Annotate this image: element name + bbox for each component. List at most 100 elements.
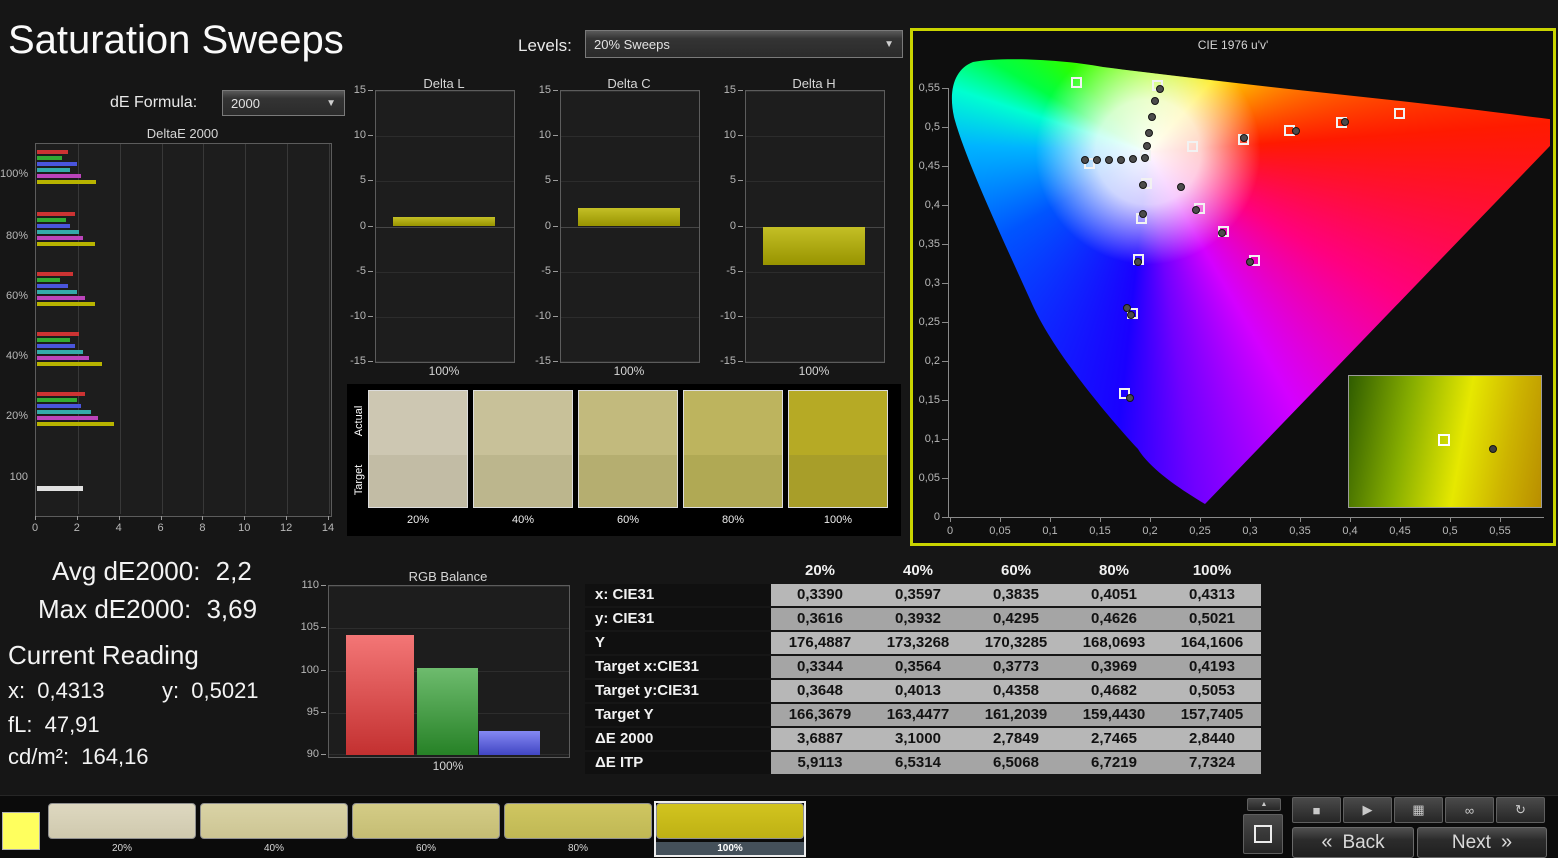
deltae-y-labels: 100% 80% 60% 40% 20% 100	[0, 143, 30, 515]
tick-label: 10	[538, 129, 551, 142]
tick-label: -10	[350, 309, 366, 322]
swatch-column	[788, 390, 888, 508]
swatch-column	[473, 390, 573, 508]
tick-mark	[950, 517, 951, 522]
tick-label: 4	[115, 522, 122, 534]
tick-label: 0,2	[1142, 525, 1158, 537]
tick-label: 8	[199, 522, 206, 534]
tick-label: 100	[300, 663, 319, 676]
tick-mark	[244, 516, 246, 520]
measurement-marker	[1117, 155, 1125, 164]
level-swatch-cell[interactable]: 40%	[200, 803, 348, 855]
tick-label: 0,55	[1489, 525, 1511, 537]
de-formula-label: dE Formula:	[110, 94, 198, 111]
swatch-target	[369, 455, 467, 507]
refresh-button[interactable]: ↻	[1496, 797, 1545, 823]
tick-label: 15	[353, 84, 366, 96]
avg-de-line: Avg dE2000: 2,2	[52, 556, 252, 587]
deltae-chart-title: DeltaE 2000	[146, 126, 219, 141]
gridline	[376, 136, 514, 138]
measurement-table: 20% 40% 60% 80% 100% x: CIE31 0,3390 0,3597 0,38…	[585, 560, 1261, 776]
tick-label: -10	[720, 309, 736, 322]
table-cell: 159,4430	[1065, 704, 1163, 726]
pattern-button[interactable]: ▦	[1394, 797, 1443, 823]
level-swatch-label: 80%	[567, 843, 588, 854]
level-swatch-cell[interactable]: 80%	[504, 803, 652, 855]
tick-mark	[368, 225, 373, 227]
level-swatch	[656, 803, 804, 839]
tick-mark	[76, 516, 78, 520]
measurement-marker	[1192, 205, 1200, 214]
tick-label: 0,2	[924, 355, 940, 367]
actual-row-label: Actual	[353, 405, 365, 437]
de-bar	[37, 392, 86, 396]
gridline	[376, 271, 514, 273]
table-cell: 2,7465	[1065, 728, 1163, 750]
reading-y: y: 0,5021	[162, 678, 259, 704]
panel-toggle-button[interactable]: ▲	[1247, 798, 1281, 811]
next-button[interactable]: Next »	[1417, 827, 1547, 858]
delta-h-x-label: 100%	[798, 364, 830, 378]
stop-button[interactable]: ■	[1292, 797, 1341, 823]
level-swatch	[504, 803, 652, 839]
table-cell: 0,4626	[1065, 608, 1163, 630]
next-chevron-icon: »	[1500, 831, 1513, 853]
play-button[interactable]: ▶	[1343, 797, 1392, 823]
tick-mark	[738, 90, 743, 91]
tick-label: 0,1	[1042, 525, 1058, 537]
de-bar	[37, 338, 71, 342]
measurement-marker	[1134, 257, 1142, 266]
swatch-actual	[474, 391, 572, 455]
tick-mark	[368, 361, 373, 362]
back-label: Back	[1342, 831, 1385, 853]
levels-dropdown[interactable]: 20% Sweeps ▼	[585, 30, 903, 58]
tick-label: 0,4	[1342, 525, 1358, 537]
tick-label: -10	[535, 309, 551, 322]
inset-measurement-marker	[1489, 445, 1497, 453]
swatch-label: 40%	[511, 514, 535, 526]
table-header-row: 20% 40% 60% 80% 100%	[585, 560, 1261, 582]
gridline	[561, 181, 699, 183]
tick-label: 6	[157, 522, 164, 534]
de-bar	[37, 218, 67, 222]
delta-h-y-labels: 15 10 5 0 -5 -10 -15	[711, 84, 743, 367]
tick-mark	[1050, 517, 1051, 522]
tick-label: 0,35	[918, 238, 940, 250]
tick-label: -15	[535, 355, 551, 367]
de-formula-dropdown[interactable]: 2000 ▼	[222, 90, 345, 116]
rgb-y-labels: 110 105 100 95 90	[294, 579, 326, 760]
de-bar	[37, 230, 79, 234]
tick-label: 15	[538, 84, 551, 96]
app: Saturation Sweeps Levels: 20% Sweeps ▼ d…	[0, 0, 1558, 858]
current-patch-swatch	[2, 812, 40, 850]
tick-mark	[368, 315, 373, 317]
level-swatch-cell[interactable]: 20%	[48, 803, 196, 855]
level-swatch-cell[interactable]: 60%	[352, 803, 500, 855]
level-swatch-cell[interactable]: 100%	[654, 801, 806, 857]
level-swatch	[48, 803, 196, 839]
tick-mark	[321, 711, 326, 713]
de-bar	[37, 486, 84, 491]
de-bar	[37, 150, 69, 154]
target-marker	[1394, 107, 1405, 119]
pattern-window-button[interactable]	[1243, 814, 1283, 854]
group-label: 60%	[5, 290, 28, 302]
loop-button[interactable]: ∞	[1445, 797, 1494, 823]
tick-mark	[553, 135, 558, 137]
gridline	[561, 361, 699, 362]
row-label: Y	[585, 632, 771, 654]
swatch-target	[789, 455, 887, 507]
tick-label: -5	[356, 264, 366, 277]
table-cell: 164,1606	[1163, 632, 1261, 654]
table-cell: 168,0693	[1065, 632, 1163, 654]
tick-label: 10	[723, 129, 736, 142]
inset-target-marker	[1438, 434, 1450, 446]
level-swatch-label: 20%	[111, 843, 132, 854]
tick-label: 90	[306, 748, 319, 760]
back-button[interactable]: « Back	[1292, 827, 1414, 858]
table-cell: 0,3616	[771, 608, 869, 630]
tick-mark	[1100, 517, 1101, 522]
table-cell: 0,4358	[967, 680, 1065, 702]
de-bar	[37, 332, 79, 336]
tick-label: 0,15	[1089, 525, 1111, 537]
